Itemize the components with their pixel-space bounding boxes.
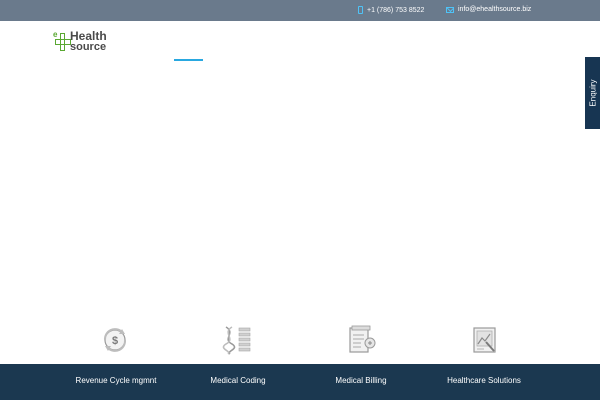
top-contact-bar: +1 (786) 753 8522 info@ehealthsource.biz: [0, 0, 600, 21]
svg-text:$: $: [112, 335, 118, 347]
dna-icon: [222, 326, 251, 355]
phone-contact[interactable]: +1 (786) 753 8522: [358, 6, 424, 14]
nav-active-indicator: [174, 59, 203, 61]
phone-icon: [358, 6, 363, 14]
phone-number[interactable]: +1 (786) 753 8522: [367, 7, 424, 14]
service-revenue-cycle[interactable]: Revenue Cycle mgmnt: [76, 376, 157, 385]
service-medical-billing[interactable]: Medical Billing: [335, 376, 386, 385]
healthcare-chart-icon: [473, 327, 496, 353]
email-contact[interactable]: info@ehealthsource.biz: [446, 6, 531, 13]
logo-word-source: source: [70, 41, 107, 53]
enquiry-label: Enquiry: [588, 79, 597, 107]
site-logo[interactable]: e Health source: [53, 29, 123, 55]
service-healthcare-solutions[interactable]: Healthcare Solutions: [447, 376, 521, 385]
email-address[interactable]: info@ehealthsource.biz: [458, 6, 531, 13]
enquiry-tab[interactable]: Enquiry: [585, 57, 600, 129]
service-medical-coding[interactable]: Medical Coding: [210, 376, 265, 385]
dollar-cycle-icon: $: [103, 328, 127, 352]
mail-icon: [446, 6, 454, 13]
billing-document-icon: [349, 325, 376, 353]
logo-letter: e: [53, 30, 58, 39]
